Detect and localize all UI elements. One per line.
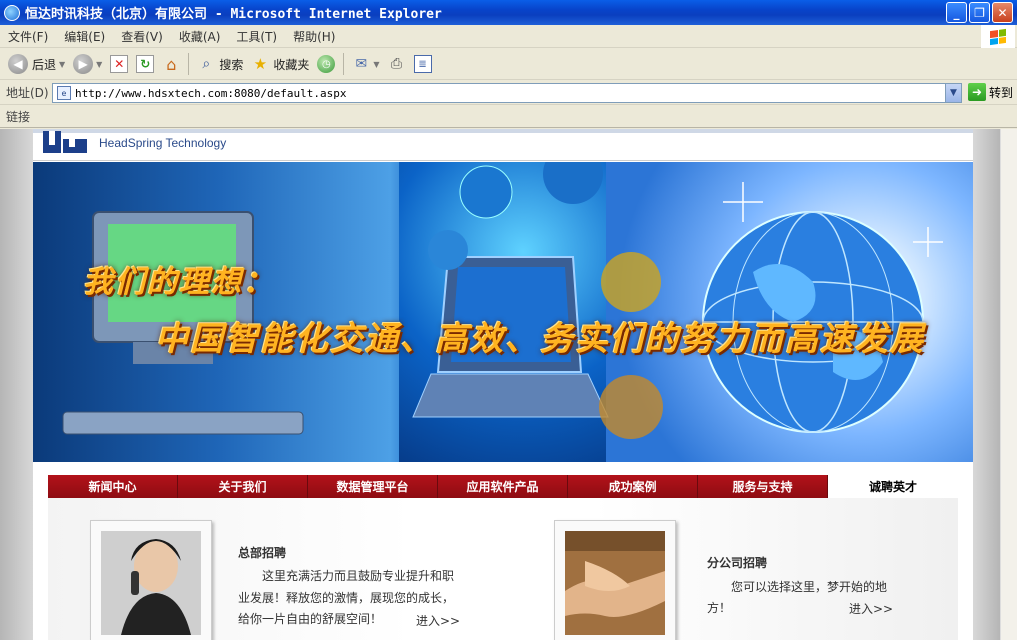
address-url[interactable]: http://www.hdsxtech.com:8080/default.asp… bbox=[75, 87, 347, 100]
hq-photo-frame bbox=[90, 520, 212, 640]
logo-text: HeadSpring Technology bbox=[99, 136, 227, 150]
careers-content: 总部招聘 这里充满活力而且鼓励专业提升和职 业发展！释放您的激情，展现您的成长，… bbox=[48, 498, 958, 640]
history-icon: ◷ bbox=[317, 55, 336, 73]
slogan-line-1: 我们的理想： bbox=[83, 265, 275, 300]
address-bar: 地址(D) e http://www.hdsxtech.com:8080/def… bbox=[0, 81, 1017, 105]
nav-support[interactable]: 服务与支持 bbox=[698, 475, 828, 498]
chevron-down-icon: ▼ bbox=[96, 59, 103, 69]
toolbar-separator bbox=[343, 53, 345, 75]
company-logo-icon bbox=[43, 131, 87, 153]
home-icon: ⌂ bbox=[166, 54, 177, 74]
nav-news[interactable]: 新闻中心 bbox=[48, 475, 178, 498]
menu-edit[interactable]: 编辑(E) bbox=[56, 28, 113, 45]
nav-careers[interactable]: 诚聘英才 bbox=[828, 475, 958, 498]
web-page: HeadSpring Technology 我们的理想： 中国智能化交通、高效、… bbox=[0, 129, 1000, 640]
small-globe-icon bbox=[599, 375, 663, 439]
home-button[interactable]: ⌂ bbox=[158, 51, 184, 77]
hq-title: 总部招聘 bbox=[238, 546, 287, 560]
stop-icon: ✕ bbox=[110, 55, 129, 73]
branch-text-line1: 您可以选择这里，梦开始的地 bbox=[731, 580, 888, 594]
search-label: 搜索 bbox=[219, 57, 244, 72]
menu-file[interactable]: 文件(F) bbox=[0, 28, 56, 45]
title-bar: 恒达时讯科技（北京）有限公司 - Microsoft Internet Expl… bbox=[0, 0, 1017, 25]
menu-favorites[interactable]: 收藏(A) bbox=[171, 28, 229, 45]
small-globe-icon bbox=[428, 230, 468, 270]
menu-view[interactable]: 查看(V) bbox=[113, 28, 171, 45]
window-controls: _ ❐ ✕ bbox=[946, 2, 1013, 23]
links-label[interactable]: 链接 bbox=[6, 108, 30, 125]
site-header: HeadSpring Technology bbox=[33, 129, 973, 161]
stop-button[interactable]: ✕ bbox=[106, 51, 132, 77]
ie-icon bbox=[4, 4, 20, 21]
small-globe-icon bbox=[543, 162, 603, 204]
star-icon: ★ bbox=[253, 55, 268, 73]
back-button[interactable]: ◀ 后退 ▼ bbox=[4, 51, 69, 77]
branch-title: 分公司招聘 bbox=[707, 556, 768, 570]
header-strip bbox=[33, 129, 973, 133]
forward-button[interactable]: ▶ ▼ bbox=[69, 51, 106, 77]
minimize-button[interactable]: _ bbox=[946, 2, 967, 23]
page-icon: e bbox=[57, 86, 71, 100]
chevron-down-icon: ▼ bbox=[373, 59, 380, 69]
address-label: 地址(D) bbox=[6, 86, 49, 100]
vertical-scrollbar[interactable] bbox=[1000, 129, 1017, 640]
small-globe-icon bbox=[601, 252, 661, 312]
hq-text-line3: 给你一片自由的舒展空间！ bbox=[238, 612, 383, 626]
favorites-label: 收藏夹 bbox=[273, 57, 310, 72]
mail-icon: ✉ bbox=[355, 56, 368, 72]
back-arrow-icon: ◀ bbox=[8, 54, 28, 74]
menu-help[interactable]: 帮助(H) bbox=[285, 28, 343, 45]
toolbar: ◀ 后退 ▼ ▶ ▼ ✕ ↻ ⌂ ⌕ 搜索 ★ 收藏夹 ◷ ✉ ▼ ⎙ ≣ bbox=[0, 49, 1017, 80]
back-label: 后退 bbox=[32, 57, 57, 72]
nav-software-products[interactable]: 应用软件产品 bbox=[438, 475, 568, 498]
maximize-button[interactable]: ❐ bbox=[969, 2, 990, 23]
chevron-down-icon[interactable]: ▼ bbox=[945, 84, 961, 102]
go-label: 转到 bbox=[989, 85, 1014, 100]
small-globe-icon bbox=[459, 165, 513, 219]
history-button[interactable]: ◷ bbox=[313, 51, 339, 77]
hq-enter-link[interactable]: 进入>> bbox=[416, 612, 460, 629]
windows-logo-icon bbox=[981, 25, 1015, 48]
handshake-image bbox=[565, 531, 665, 635]
chevron-down-icon: ▼ bbox=[59, 59, 66, 69]
main-nav: 新闻中心 关于我们 数据管理平台 应用软件产品 成功案例 服务与支持 诚聘英才 bbox=[48, 475, 958, 498]
branch-photo-frame bbox=[554, 520, 676, 640]
edit-page-icon: ≣ bbox=[413, 55, 432, 73]
favorites-button[interactable]: ★ 收藏夹 bbox=[247, 51, 313, 77]
menu-bar: 文件(F) 编辑(E) 查看(V) 收藏(A) 工具(T) 帮助(H) bbox=[0, 25, 1017, 48]
branch-text-line2: 方！ bbox=[707, 601, 732, 615]
nav-cases[interactable]: 成功案例 bbox=[568, 475, 698, 498]
refresh-icon: ↻ bbox=[136, 55, 155, 73]
nav-data-platform[interactable]: 数据管理平台 bbox=[308, 475, 438, 498]
refresh-button[interactable]: ↻ bbox=[132, 51, 158, 77]
search-icon: ⌕ bbox=[202, 56, 211, 72]
search-button[interactable]: ⌕ 搜索 bbox=[193, 51, 247, 77]
hero-banner: 我们的理想： 中国智能化交通、高效、务实们的努力而高速发展 bbox=[33, 162, 973, 462]
slogan-line-2: 中国智能化交通、高效、务实们的努力而高速发展 bbox=[155, 319, 925, 358]
mail-button[interactable]: ✉ ▼ bbox=[348, 51, 383, 77]
window-title: 恒达时讯科技（北京）有限公司 - Microsoft Internet Expl… bbox=[25, 7, 442, 22]
print-button[interactable]: ⎙ bbox=[384, 51, 410, 77]
printer-icon: ⎙ bbox=[390, 56, 403, 72]
hq-text-line2: 业发展！释放您的激情，展现您的成长， bbox=[238, 591, 455, 605]
go-arrow-icon: ➜ bbox=[968, 83, 986, 101]
forward-arrow-icon: ▶ bbox=[73, 54, 94, 74]
links-bar: 链接 bbox=[0, 106, 1017, 128]
hq-text-line1: 这里充满活力而且鼓励专业提升和职 bbox=[262, 569, 455, 583]
branch-enter-link[interactable]: 进入>> bbox=[849, 600, 893, 617]
edit-button[interactable]: ≣ bbox=[410, 51, 436, 77]
address-input[interactable]: e http://www.hdsxtech.com:8080/default.a… bbox=[52, 83, 962, 103]
go-button[interactable]: ➜ 转到 bbox=[968, 83, 1013, 101]
menu-tools[interactable]: 工具(T) bbox=[228, 28, 285, 45]
toolbar-separator bbox=[188, 53, 190, 75]
close-button[interactable]: ✕ bbox=[992, 2, 1013, 23]
woman-on-phone-image bbox=[101, 531, 201, 635]
browser-viewport: HeadSpring Technology 我们的理想： 中国智能化交通、高效、… bbox=[0, 129, 1017, 640]
nav-about[interactable]: 关于我们 bbox=[178, 475, 308, 498]
